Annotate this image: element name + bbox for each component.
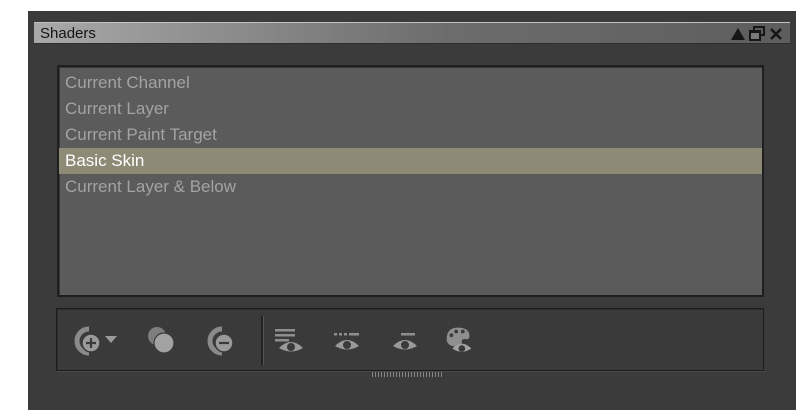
show-shader-channels-icon[interactable] (329, 323, 365, 357)
shader-toolbar (56, 308, 764, 371)
close-icon[interactable] (767, 25, 784, 42)
toolbar-separator (261, 316, 263, 365)
list-item-selected[interactable]: Basic Skin (59, 148, 762, 174)
duplicate-shader-icon[interactable] (143, 323, 179, 357)
list-item[interactable]: Current Channel (59, 70, 762, 96)
panel-titlebar[interactable]: Shaders (34, 22, 790, 44)
shaders-panel: Shaders Current Channel Current Layer Cu… (28, 11, 796, 410)
undock-icon[interactable] (748, 25, 765, 42)
list-item[interactable]: Current Paint Target (59, 122, 762, 148)
resize-grip[interactable] (372, 372, 442, 377)
collapse-icon[interactable] (729, 25, 746, 42)
paint-shader-icon[interactable] (441, 323, 477, 357)
dropdown-arrow-icon[interactable] (103, 323, 119, 357)
shader-list[interactable]: Current Channel Current Layer Current Pa… (57, 65, 764, 297)
add-shader-icon[interactable] (69, 323, 105, 357)
list-item[interactable]: Current Layer (59, 96, 762, 122)
remove-shader-icon[interactable] (202, 323, 238, 357)
list-item[interactable]: Current Layer & Below (59, 174, 762, 200)
show-shader-layers-icon[interactable] (271, 323, 307, 357)
title-buttons (729, 25, 784, 42)
show-shader-icon[interactable] (387, 323, 423, 357)
panel-title: Shaders (40, 25, 96, 42)
